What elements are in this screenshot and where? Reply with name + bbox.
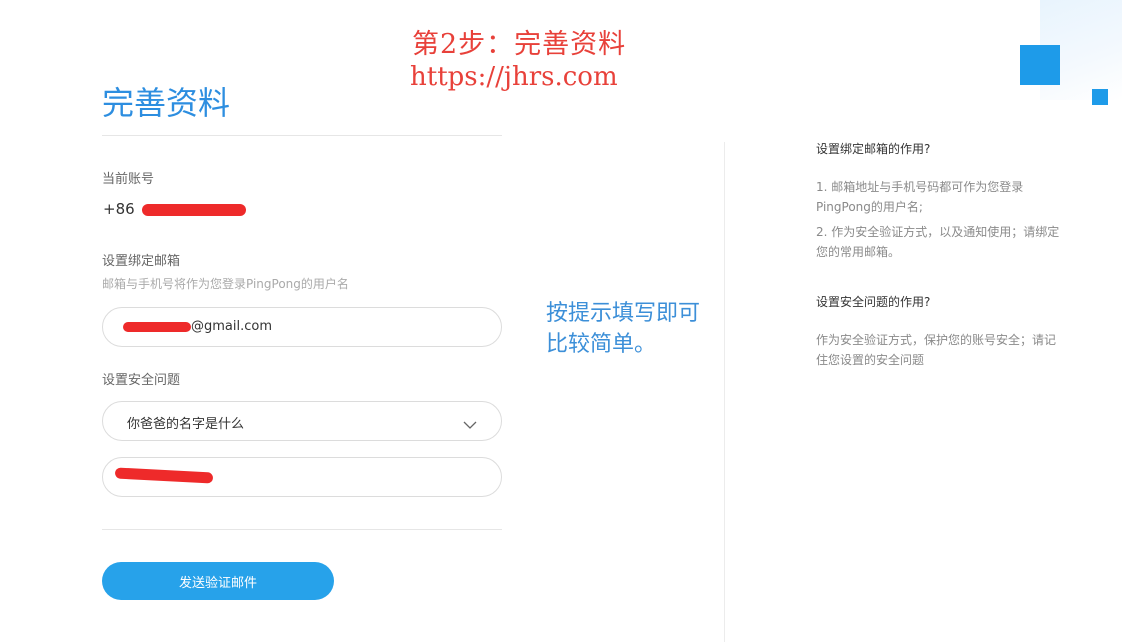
- email-label: 设置绑定邮箱: [102, 254, 181, 269]
- annotation-text: 按提示填写即可 比较简单。: [546, 298, 700, 360]
- overlay-url: https://jhrs.com: [410, 62, 618, 92]
- annotation-line-2: 比较简单。: [546, 332, 657, 357]
- security-question-value: 你爸爸的名字是什么: [127, 417, 245, 432]
- answer-redaction: [114, 467, 214, 484]
- title-divider: [102, 135, 502, 136]
- send-verification-email-label: 发送验证邮件: [178, 575, 257, 591]
- annotation-line-1: 按提示填写即可: [546, 301, 701, 326]
- page-title: 完善资料: [102, 84, 231, 122]
- email-input[interactable]: @gmail.com: [102, 307, 502, 347]
- help-email-title: 设置绑定邮箱的作用?: [816, 142, 931, 156]
- security-answer-input[interactable]: [102, 457, 502, 497]
- help-question-title: 设置安全问题的作用?: [816, 295, 931, 309]
- account-value: +86: [103, 200, 135, 218]
- decorative-square-small: [1092, 89, 1108, 105]
- account-redaction: [142, 204, 246, 216]
- form-divider: [102, 529, 502, 530]
- email-redaction: [123, 322, 191, 332]
- chevron-down-icon: [463, 415, 477, 434]
- overlay-step-title: 第2步：完善资料: [412, 29, 627, 60]
- decorative-square-large: [1020, 45, 1060, 85]
- email-hint: 邮箱与手机号将作为您登录PingPong的用户名: [102, 277, 349, 291]
- column-divider: [724, 142, 725, 642]
- send-verification-email-button[interactable]: 发送验证邮件: [102, 562, 334, 600]
- help-email-point-1: 1. 邮箱地址与手机号码都可作为您登录PingPong的用户名;: [816, 180, 1024, 214]
- help-question-text: 作为安全验证方式，保护您的账号安全；请记住您设置的安全问题: [816, 333, 1057, 367]
- account-prefix: +86: [103, 200, 135, 218]
- account-label: 当前账号: [102, 172, 155, 187]
- security-question-select[interactable]: 你爸爸的名字是什么: [102, 401, 502, 441]
- email-value: @gmail.com: [191, 319, 273, 334]
- question-label: 设置安全问题: [102, 373, 181, 388]
- help-email-point-2: 2. 作为安全验证方式，以及通知使用；请绑定您的常用邮箱。: [816, 225, 1060, 259]
